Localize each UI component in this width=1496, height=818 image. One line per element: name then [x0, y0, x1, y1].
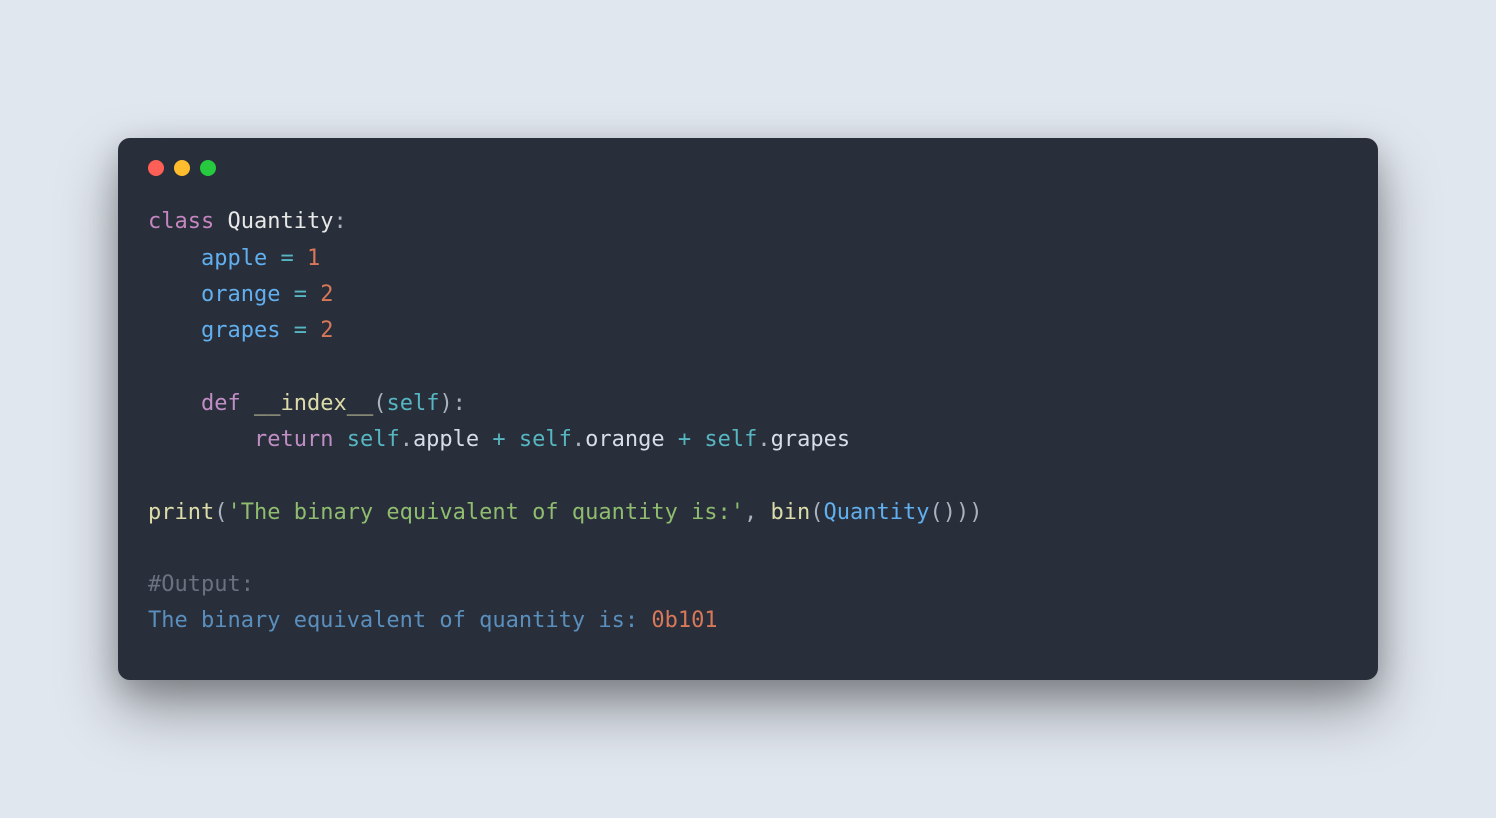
- code-line-9: The binary equivalent of quantity is: 0b…: [148, 608, 718, 633]
- keyword-class: class: [148, 209, 214, 234]
- keyword-def: def: [201, 391, 241, 416]
- code-window: class Quantity: apple = 1 orange = 2 gra…: [118, 138, 1378, 680]
- builtin-bin: bin: [771, 500, 811, 525]
- output-value: 0b101: [651, 608, 717, 633]
- code-line-5: def __index__(self):: [148, 391, 466, 416]
- code-line-4: grapes = 2: [148, 318, 333, 343]
- code-content: class Quantity: apple = 1 orange = 2 gra…: [118, 194, 1378, 640]
- code-line-8: #Output:: [148, 572, 254, 597]
- close-icon[interactable]: [148, 160, 164, 176]
- minimize-icon[interactable]: [174, 160, 190, 176]
- property-grapes: grapes: [201, 318, 280, 343]
- property-orange: orange: [201, 282, 280, 307]
- number-literal: 2: [320, 282, 333, 307]
- code-line-1: class Quantity:: [148, 209, 347, 234]
- type-quantity: Quantity: [824, 500, 930, 525]
- method-name: __index__: [254, 391, 373, 416]
- property-apple: apple: [201, 246, 267, 271]
- builtin-print: print: [148, 500, 214, 525]
- maximize-icon[interactable]: [200, 160, 216, 176]
- code-line-3: orange = 2: [148, 282, 333, 307]
- code-line-6: return self.apple + self.orange + self.g…: [148, 427, 850, 452]
- number-literal: 1: [307, 246, 320, 271]
- keyword-return: return: [254, 427, 333, 452]
- parameter-self: self: [386, 391, 439, 416]
- code-line-2: apple = 1: [148, 246, 320, 271]
- number-literal: 2: [320, 318, 333, 343]
- output-text: The binary equivalent of quantity is:: [148, 608, 651, 633]
- code-line-7: print('The binary equivalent of quantity…: [148, 500, 983, 525]
- class-name: Quantity: [227, 209, 333, 234]
- string-literal: 'The binary equivalent of quantity is:': [227, 500, 744, 525]
- comment-output: #Output:: [148, 572, 254, 597]
- window-controls: [118, 138, 1378, 194]
